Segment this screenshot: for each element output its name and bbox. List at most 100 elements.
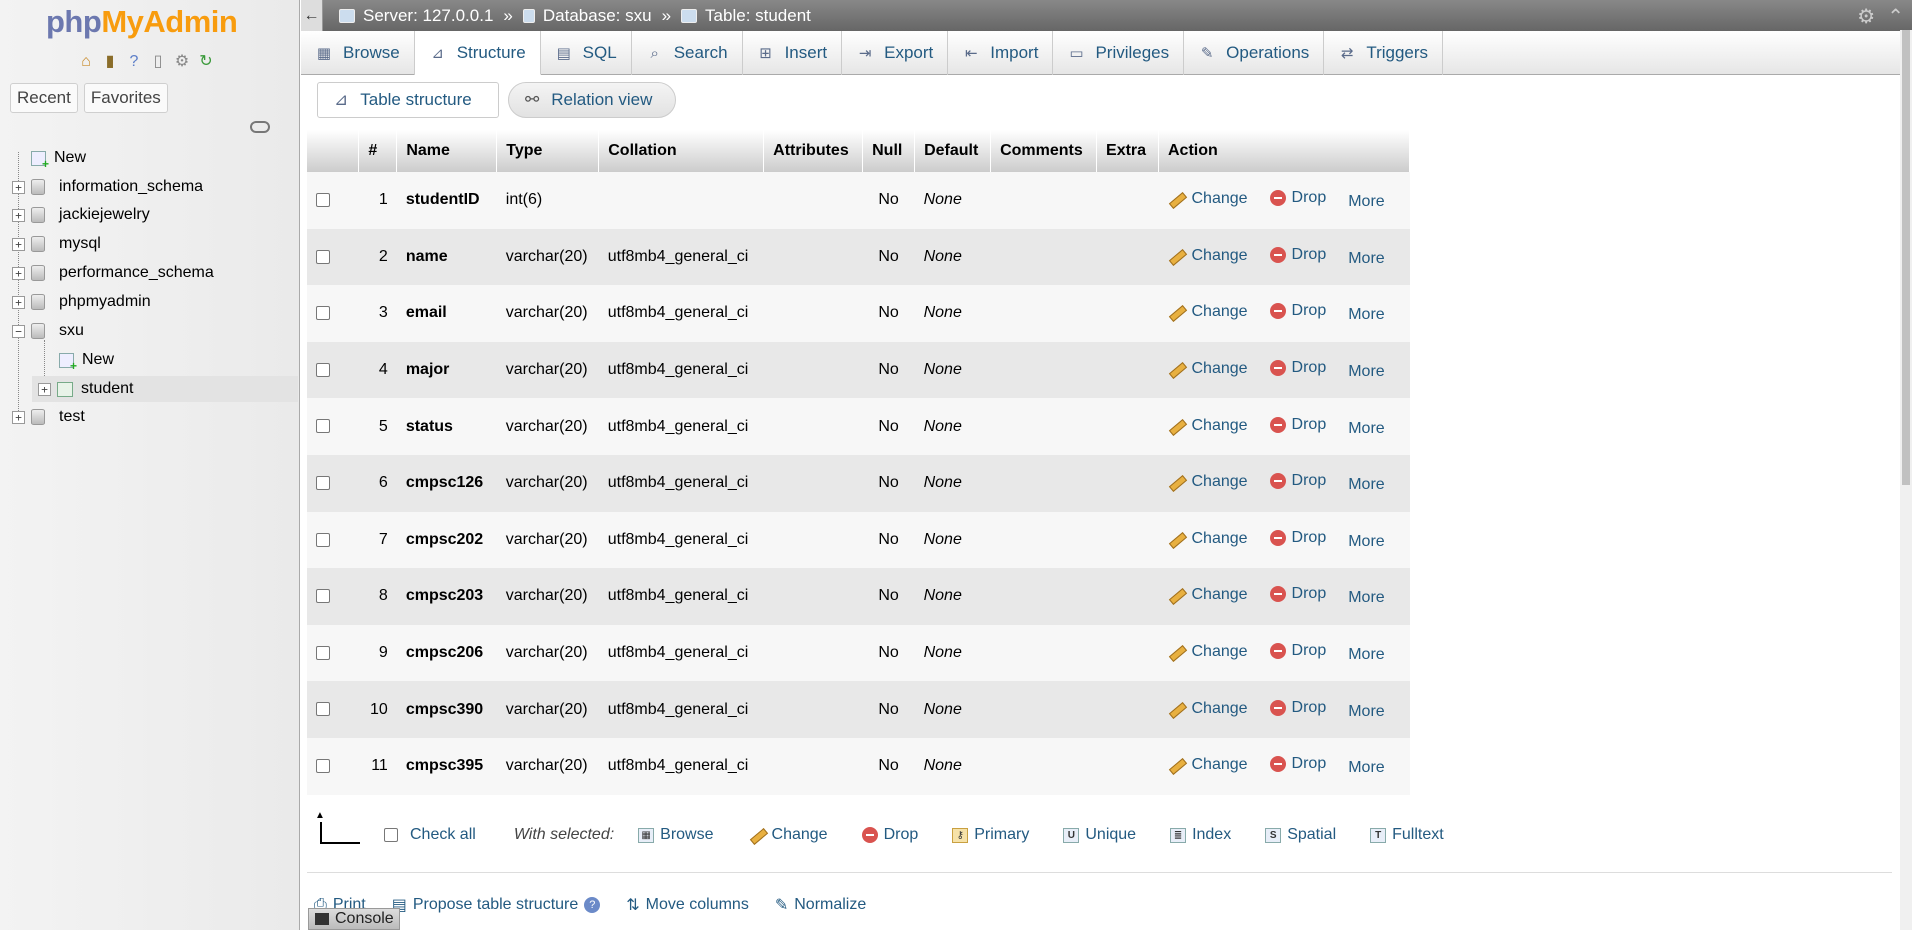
column-header-null[interactable]: Null [862, 130, 916, 172]
expand-icon[interactable]: + [38, 382, 51, 396]
column-header-attributes[interactable]: Attributes [763, 130, 864, 172]
row-checkbox[interactable] [316, 306, 330, 321]
drop-button[interactable]: Drop [1269, 416, 1326, 434]
recent-tab[interactable]: Recent [10, 83, 78, 113]
change-button[interactable]: Change [1167, 530, 1247, 548]
row-select-cell[interactable] [307, 228, 359, 286]
breadcrumb-server[interactable]: Server: 127.0.0.1 [339, 6, 493, 26]
tree-item-jackiejewelry[interactable]: + jackiejewelry [12, 202, 150, 228]
tab-operations[interactable]: ✎ Operations [1184, 31, 1325, 75]
check-all-label[interactable]: Check all [410, 826, 476, 844]
settings-icon[interactable]: ⚙ [172, 52, 192, 72]
change-button[interactable]: Change [1167, 247, 1247, 265]
row-select-cell[interactable] [307, 568, 359, 625]
tab-search[interactable]: ⌕ Search [632, 31, 743, 75]
tab-sql[interactable]: ▤ SQL [541, 31, 632, 75]
tree-item-student[interactable]: + student [32, 376, 298, 402]
tree-item-information-schema[interactable]: + information_schema [12, 174, 203, 200]
row-checkbox[interactable] [316, 193, 330, 208]
tab-triggers[interactable]: ⇄ Triggers [1324, 31, 1444, 75]
help-icon[interactable]: ? [584, 897, 601, 913]
subtab-table-structure[interactable]: ⊿ Table structure [317, 82, 499, 118]
row-select-cell[interactable] [307, 172, 359, 229]
column-header-default[interactable]: Default [914, 130, 992, 172]
drop-button[interactable]: Drop [1269, 699, 1326, 717]
drop-button[interactable]: Drop [1269, 359, 1326, 377]
bulk-fulltext-button[interactable]: T Fulltext [1370, 826, 1444, 844]
tree-item-new[interactable]: New [12, 145, 86, 171]
expand-icon[interactable]: + [12, 266, 25, 280]
more-dropdown[interactable]: More [1348, 646, 1384, 664]
drop-button[interactable]: Drop [1269, 246, 1326, 264]
phpmyadmin-logo[interactable]: phpMyAdmin [46, 4, 238, 40]
more-dropdown[interactable]: More [1348, 703, 1384, 721]
row-select-cell[interactable] [307, 398, 359, 455]
settings-icon[interactable]: ⚙ [1857, 4, 1875, 29]
row-select-cell[interactable] [307, 681, 359, 738]
drop-button[interactable]: Drop [1269, 642, 1326, 660]
bulk-index-button[interactable]: ≣ Index [1170, 826, 1231, 844]
expand-icon[interactable]: + [12, 237, 25, 251]
row-checkbox[interactable] [316, 362, 330, 377]
bulk-browse-button[interactable]: ▦ Browse [638, 826, 714, 844]
tab-insert[interactable]: ⊞ Insert [743, 31, 843, 75]
change-button[interactable]: Change [1167, 303, 1247, 321]
tab-import[interactable]: ⇤ Import [948, 31, 1054, 75]
row-checkbox[interactable] [316, 249, 330, 264]
change-button[interactable]: Change [1167, 360, 1247, 378]
row-select-cell[interactable] [307, 624, 359, 682]
change-button[interactable]: Change [1167, 417, 1247, 435]
row-select-cell[interactable] [307, 511, 359, 569]
drop-button[interactable]: Drop [1269, 302, 1326, 320]
tree-item-sxu[interactable]: − sxu [12, 318, 84, 344]
row-checkbox[interactable] [316, 476, 330, 491]
bulk-drop-button[interactable]: Drop [861, 826, 918, 844]
change-button[interactable]: Change [1167, 473, 1247, 491]
row-select-cell[interactable] [307, 285, 359, 342]
expand-icon[interactable]: + [12, 295, 25, 309]
expand-icon[interactable]: + [12, 180, 25, 194]
more-dropdown[interactable]: More [1348, 306, 1384, 324]
bulk-primary-button[interactable]: ⚷ Primary [952, 826, 1029, 844]
collapse-icon[interactable]: − [12, 324, 25, 338]
more-dropdown[interactable]: More [1348, 476, 1384, 494]
drop-button[interactable]: Drop [1269, 585, 1326, 603]
tree-item-phpmyadmin[interactable]: + phpmyadmin [12, 289, 151, 315]
subtab-relation-view[interactable]: ⚯ Relation view [508, 82, 676, 118]
reload-icon[interactable]: ↻ [196, 52, 216, 72]
row-checkbox[interactable] [316, 645, 330, 660]
row-checkbox[interactable] [316, 589, 330, 604]
console-toggle[interactable]: Console [308, 908, 400, 930]
row-checkbox[interactable] [316, 532, 330, 547]
expand-icon[interactable]: + [12, 410, 25, 424]
tab-privileges[interactable]: ▭ Privileges [1053, 31, 1185, 75]
tree-item-mysql[interactable]: + mysql [12, 231, 101, 257]
propose-structure-link[interactable]: ▤ Propose table structure? [392, 895, 601, 915]
change-button[interactable]: Change [1167, 190, 1247, 208]
row-select-cell[interactable] [307, 454, 359, 512]
breadcrumb-database[interactable]: Database: sxu [522, 6, 652, 26]
favorites-tab[interactable]: Favorites [83, 83, 168, 113]
column-header-type[interactable]: Type [496, 130, 600, 172]
drop-button[interactable]: Drop [1269, 529, 1326, 547]
tab-browse[interactable]: ▦ Browse [301, 31, 415, 75]
tree-item-sxu-new-table[interactable]: New [38, 347, 114, 373]
column-header-collation[interactable]: Collation [598, 130, 765, 172]
help-icon[interactable]: ? [124, 52, 144, 72]
more-dropdown[interactable]: More [1348, 363, 1384, 381]
tree-item-test[interactable]: + test [12, 404, 85, 430]
tab-structure[interactable]: ⊿ Structure [414, 31, 541, 75]
column-header-name[interactable]: Name [396, 130, 498, 172]
page-scrollbar[interactable] [1900, 30, 1912, 930]
collapse-up-icon[interactable]: ⌃ [1887, 4, 1904, 29]
column-header-comments[interactable]: Comments [990, 130, 1098, 172]
drop-button[interactable]: Drop [1269, 189, 1326, 207]
more-dropdown[interactable]: More [1348, 420, 1384, 438]
change-button[interactable]: Change [1167, 643, 1247, 661]
logout-icon[interactable]: ▮ [100, 52, 120, 72]
row-checkbox[interactable] [316, 759, 330, 773]
home-icon[interactable]: ⌂ [76, 52, 96, 72]
more-dropdown[interactable]: More [1348, 759, 1384, 777]
collapse-nav-icon[interactable]: ← [301, 0, 323, 31]
bulk-unique-button[interactable]: U Unique [1063, 826, 1136, 844]
